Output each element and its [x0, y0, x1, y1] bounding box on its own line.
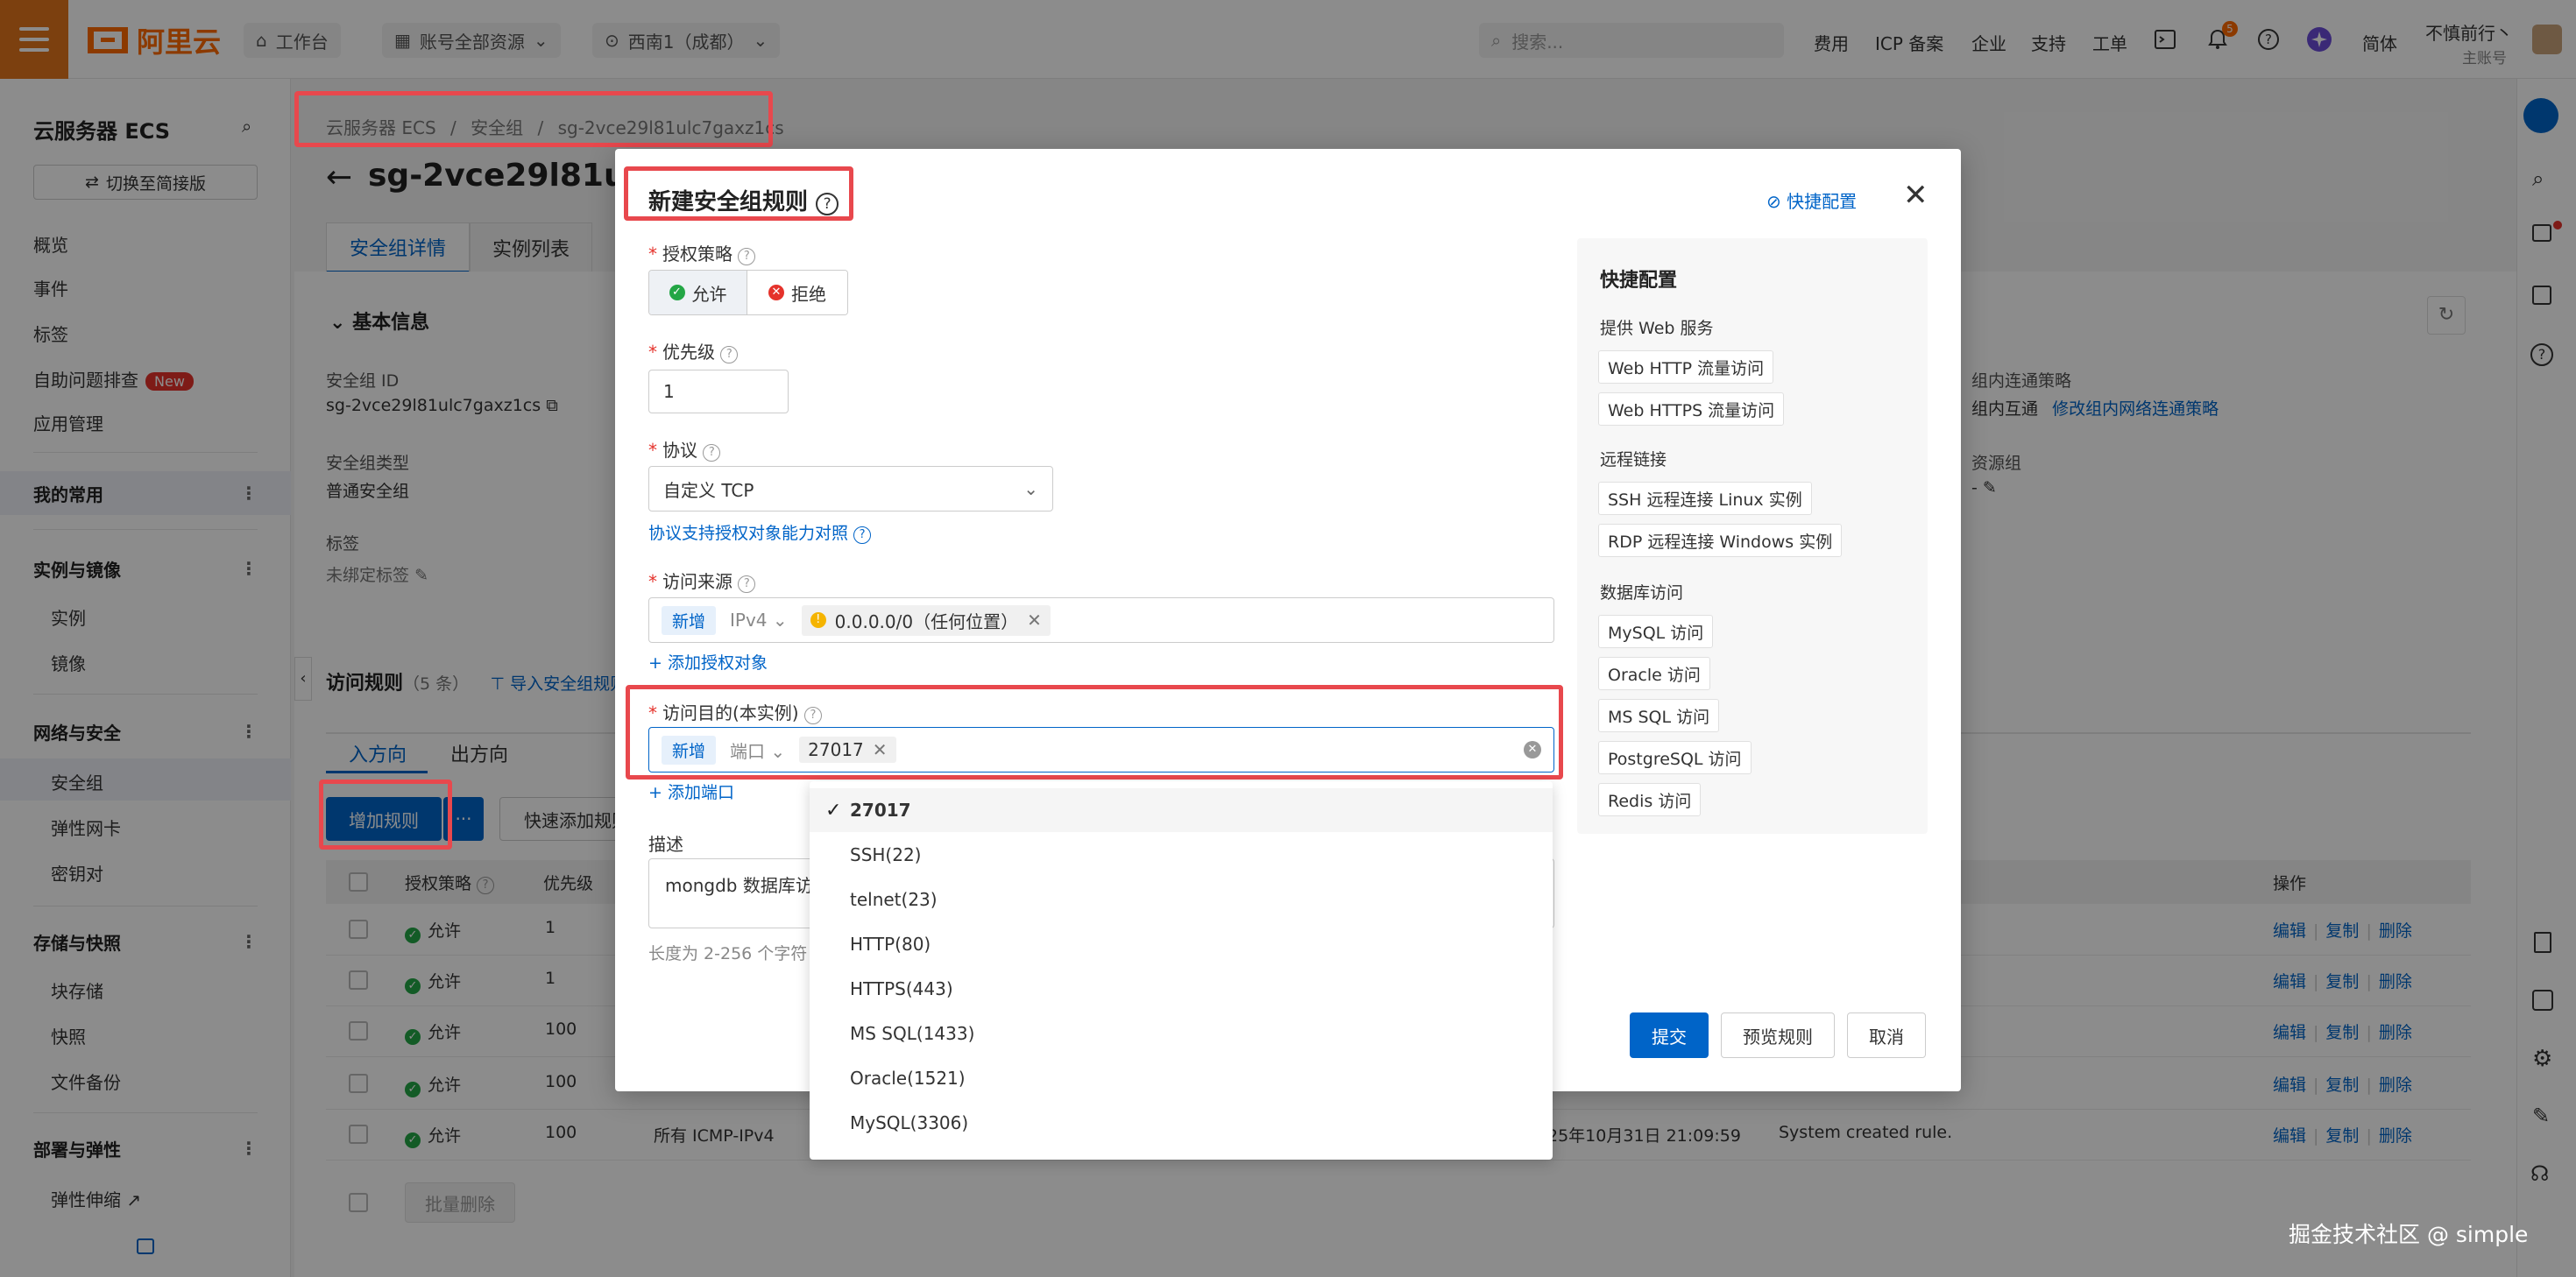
add-rule-highlight	[319, 780, 452, 850]
help-icon[interactable]: ?	[738, 575, 756, 593]
policy-deny-option[interactable]: ✕ 拒绝	[747, 271, 847, 314]
source-type-select[interactable]: IPv4 ⌄	[730, 610, 788, 631]
x-circle-icon: ✕	[768, 285, 784, 300]
protocol-select[interactable]: 自定义 TCP ⌄	[648, 466, 1053, 512]
port-option-mysql[interactable]: MySQL(3306)	[810, 1101, 1553, 1145]
source-new-tag: 新增	[662, 605, 717, 635]
preview-rules-button[interactable]: 预览规则	[1721, 1012, 1835, 1058]
port-option-ssh[interactable]: SSH(22)	[810, 833, 1553, 877]
plus-icon: +	[648, 653, 662, 673]
help-icon: ?	[853, 526, 872, 544]
quick-panel-title: 快捷配置	[1600, 270, 1678, 292]
desc-label: 描述	[648, 834, 683, 855]
quick-postgresql[interactable]: PostgreSQL 访问	[1598, 741, 1752, 774]
quick-redis[interactable]: Redis 访问	[1598, 783, 1702, 816]
quick-oracle[interactable]: Oracle 访问	[1598, 657, 1710, 690]
port-option-27017[interactable]: ✓ 27017	[810, 788, 1553, 832]
quick-config-link[interactable]: ⊘ 快捷配置	[1766, 187, 1857, 213]
add-source-link[interactable]: + 添加授权对象	[648, 650, 768, 674]
port-option-https[interactable]: HTTPS(443)	[810, 967, 1553, 1011]
link-icon: ⊘	[1766, 191, 1781, 212]
protocol-label: * 协议 ?	[648, 436, 721, 462]
help-icon[interactable]: ?	[720, 345, 739, 363]
remove-chip-icon[interactable]: ✕	[1027, 610, 1042, 631]
source-chip: ! 0.0.0.0/0（任何位置） ✕	[801, 604, 1051, 636]
quick-section-web: 提供 Web 服务	[1600, 319, 1714, 338]
quick-mssql[interactable]: MS SQL 访问	[1598, 699, 1720, 732]
priority-input[interactable]: 1	[648, 370, 789, 413]
check-circle-icon: ✓	[669, 285, 685, 300]
priority-label: * 优先级 ?	[648, 338, 739, 363]
dialog-title-highlight	[624, 166, 853, 221]
quick-section-remote: 远程链接	[1600, 450, 1667, 469]
watermark: 掘金技术社区 @ simple	[2289, 1222, 2529, 1247]
protocol-capability-link[interactable]: 协议支持授权对象能力对照 ?	[648, 520, 872, 544]
policy-allow-option[interactable]: ✓ 允许	[649, 271, 747, 314]
add-port-link[interactable]: + 添加端口	[648, 780, 734, 803]
warning-icon: !	[810, 612, 826, 628]
help-icon[interactable]: ?	[738, 247, 756, 265]
quick-section-db: 数据库访问	[1600, 583, 1684, 603]
quick-ssh[interactable]: SSH 远程连接 Linux 实例	[1598, 482, 1812, 515]
check-icon: ✓	[825, 800, 842, 822]
plus-icon: +	[648, 783, 662, 802]
close-icon[interactable]: ✕	[1903, 180, 1928, 210]
source-label: * 访问来源 ?	[648, 568, 756, 593]
quick-rdp[interactable]: RDP 远程连接 Windows 实例	[1598, 524, 1843, 557]
breadcrumb-highlight	[294, 91, 773, 147]
cancel-button[interactable]: 取消	[1847, 1012, 1926, 1058]
port-option-http[interactable]: HTTP(80)	[810, 922, 1553, 966]
port-option-telnet[interactable]: telnet(23)	[810, 878, 1553, 921]
policy-toggle: ✓ 允许 ✕ 拒绝	[648, 270, 848, 315]
submit-button[interactable]: 提交	[1630, 1012, 1709, 1058]
dest-highlight	[626, 685, 1563, 780]
port-option-oracle[interactable]: Oracle(1521)	[810, 1056, 1553, 1100]
desc-hint: 长度为 2-256 个字符	[648, 944, 808, 963]
quick-mysql[interactable]: MySQL 访问	[1598, 615, 1714, 648]
chevron-down-icon: ⌄	[1023, 478, 1038, 499]
help-icon[interactable]: ?	[703, 443, 721, 462]
policy-label: * 授权策略 ?	[648, 240, 756, 265]
quick-web-http[interactable]: Web HTTP 流量访问	[1598, 350, 1774, 384]
port-option-mssql[interactable]: MS SQL(1433)	[810, 1012, 1553, 1055]
quick-web-https[interactable]: Web HTTPS 流量访问	[1598, 392, 1785, 426]
source-field[interactable]: 新增 IPv4 ⌄ ! 0.0.0.0/0（任何位置） ✕	[648, 597, 1554, 643]
